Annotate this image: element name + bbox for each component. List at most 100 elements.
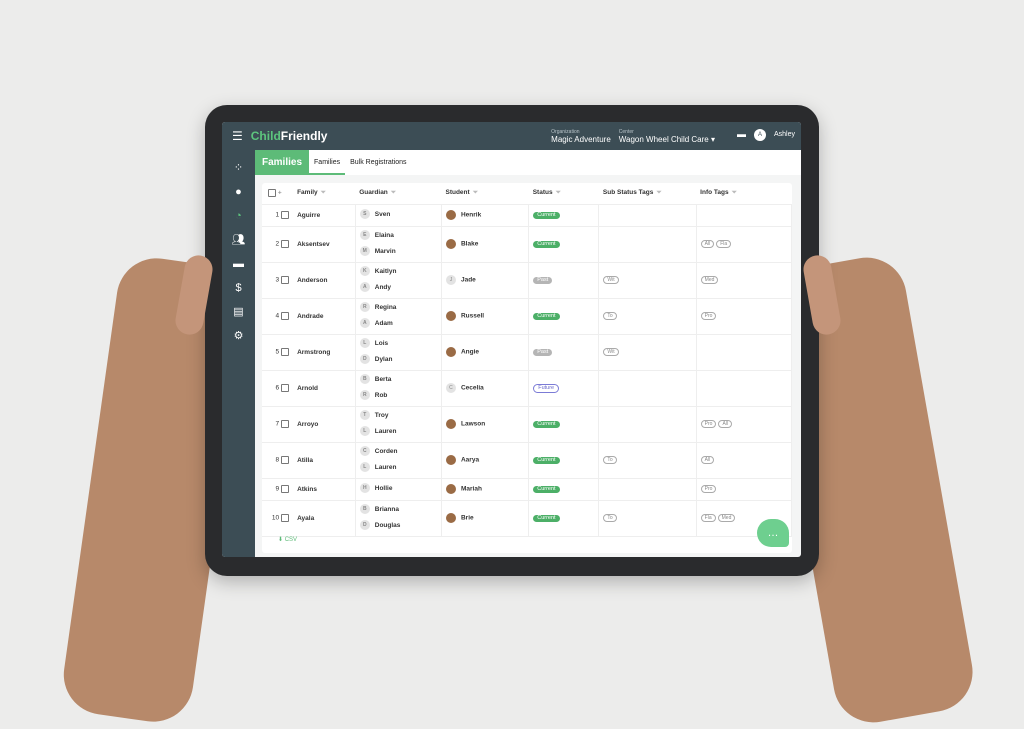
student-name[interactable]: Blake	[461, 241, 478, 248]
guardian[interactable]: A Andy	[359, 280, 441, 296]
guardian[interactable]: A Adam	[359, 316, 441, 332]
guardian[interactable]: M Marvin	[359, 244, 441, 260]
filter-icon[interactable]: ⏷	[732, 189, 737, 196]
guardian[interactable]: E Elaina	[359, 228, 441, 244]
family-name[interactable]: Ayala	[297, 515, 314, 522]
tag[interactable]: To	[603, 312, 617, 320]
tag[interactable]: Pro	[700, 420, 717, 428]
row-checkbox[interactable]	[281, 211, 290, 219]
tag[interactable]: Pro	[700, 485, 717, 493]
guardian[interactable]: R Rob	[359, 388, 441, 404]
family-name[interactable]: Atkins	[297, 486, 317, 493]
tab-families[interactable]: Families	[309, 150, 346, 175]
organization-selector[interactable]: Organization Magic Adventure	[551, 129, 611, 144]
table-row[interactable]: 2 Aksentsev E Elaina M Marvin Blake Current …	[262, 226, 793, 263]
guardian[interactable]: K Kaitlyn	[359, 264, 441, 280]
table-row[interactable]: 10 Ayala B Brianna D Douglas Brie Current To…	[262, 500, 793, 537]
filter-icon[interactable]: ⏷	[656, 189, 661, 196]
student-name[interactable]: Cecelia	[461, 385, 484, 392]
column-header[interactable]: Guardian ⏷	[355, 183, 442, 205]
check-in-icon[interactable]: ●	[232, 185, 246, 199]
tab-bulk-registrations[interactable]: Bulk Registrations	[345, 150, 411, 175]
tag[interactable]: To	[603, 456, 617, 464]
family-name[interactable]: Atilla	[297, 457, 313, 464]
family-name[interactable]: Aguirre	[297, 212, 320, 219]
table-row[interactable]: 8 Atilla C Corden L Lauren Aarya Current To A…	[262, 442, 793, 479]
table-row[interactable]: 6 Arnold B Berta R Rob C Cecelia Future	[262, 370, 793, 407]
guardian[interactable]: T Troy	[359, 408, 441, 424]
add-icon[interactable]: +	[278, 190, 282, 197]
family-name[interactable]: Anderson	[297, 277, 327, 284]
column-header[interactable]: Sub Status Tags ⏷	[598, 183, 697, 205]
guardian[interactable]: S Sven	[359, 207, 441, 223]
chat-icon[interactable]: ▬	[737, 129, 746, 144]
table-row[interactable]: 9 Atkins H Hollie Mariah Current Pro	[262, 478, 793, 501]
table-row[interactable]: 1 Aguirre S Sven Henrik Current	[262, 204, 793, 227]
family-name[interactable]: Aksentsev	[297, 241, 330, 248]
student-name[interactable]: Henrik	[461, 212, 481, 219]
row-checkbox[interactable]	[281, 514, 290, 522]
filter-icon[interactable]: ⏷	[556, 189, 561, 196]
guardian[interactable]: H Hollie	[359, 481, 441, 497]
family-name[interactable]: Arnold	[297, 385, 318, 392]
row-checkbox[interactable]	[281, 384, 290, 392]
messages-icon[interactable]: ▬	[232, 257, 246, 271]
student-name[interactable]: Aarya	[461, 457, 479, 464]
guardian[interactable]: L Lauren	[359, 424, 441, 440]
column-header[interactable]: Family ⏷	[293, 183, 356, 205]
user-name[interactable]: Ashley	[774, 129, 795, 144]
filter-icon[interactable]: ⏷	[321, 189, 326, 196]
student-name[interactable]: Mariah	[461, 486, 482, 493]
people-icon[interactable]: 👥︎	[232, 233, 246, 247]
tag[interactable]: Wit	[603, 276, 619, 284]
column-header[interactable]: Info Tags ⏷	[696, 183, 792, 205]
student-name[interactable]: Angie	[461, 349, 479, 356]
row-checkbox[interactable]	[281, 276, 290, 284]
family-name[interactable]: Andrade	[297, 313, 323, 320]
documents-icon[interactable]: ▤	[232, 305, 246, 319]
row-checkbox[interactable]	[281, 456, 290, 464]
guardian[interactable]: B Brianna	[359, 502, 441, 518]
tag[interactable]: All	[718, 420, 733, 428]
guardian[interactable]: D Dylan	[359, 352, 441, 368]
tag[interactable]: Fla	[700, 514, 716, 522]
student-name[interactable]: Jade	[461, 277, 476, 284]
filter-icon[interactable]: ⏷	[391, 189, 396, 196]
tag[interactable]: Wit	[603, 348, 619, 356]
guardian[interactable]: C Corden	[359, 444, 441, 460]
tag[interactable]: Med	[700, 276, 719, 284]
guardian[interactable]: R Regina	[359, 300, 441, 316]
row-checkbox[interactable]	[281, 240, 290, 248]
csv-export-button[interactable]: ⬇ CSV	[278, 536, 297, 543]
table-row[interactable]: 5 Armstrong L Lois D Dylan Angie Past Wit	[262, 334, 793, 371]
filter-icon[interactable]: ⏷	[473, 189, 478, 196]
table-row[interactable]: 4 Andrade R Regina A Adam Russell Current To…	[262, 298, 793, 335]
tag[interactable]: Med	[717, 514, 736, 522]
tag[interactable]: Pro	[700, 312, 717, 320]
row-checkbox[interactable]	[281, 348, 290, 356]
student-name[interactable]: Lawson	[461, 421, 485, 428]
row-checkbox[interactable]	[281, 312, 290, 320]
center-selector[interactable]: Center Wagon Wheel Child Care ▾	[619, 129, 715, 144]
apps-icon[interactable]: ⁘	[232, 161, 246, 175]
table-row[interactable]: 3 Anderson K Kaitlyn A Andy J Jade Past Wit Me…	[262, 262, 793, 299]
column-header[interactable]: Status ⏷	[528, 183, 599, 205]
row-checkbox[interactable]	[281, 420, 290, 428]
family-name[interactable]: Armstrong	[297, 349, 330, 356]
reports-icon[interactable]: ◔	[232, 209, 246, 223]
guardian[interactable]: D Douglas	[359, 518, 441, 534]
family-name[interactable]: Arroyo	[297, 421, 318, 428]
avatar[interactable]: A	[753, 128, 766, 141]
tag[interactable]: All	[700, 240, 715, 248]
tag[interactable]: Fla	[716, 240, 732, 248]
guardian[interactable]: L Lois	[359, 336, 441, 352]
billing-icon[interactable]: $	[232, 281, 246, 295]
column-header[interactable]: Student ⏷	[441, 183, 529, 205]
chat-button[interactable]: …	[757, 519, 789, 547]
student-name[interactable]: Brie	[461, 515, 474, 522]
guardian[interactable]: B Berta	[359, 372, 441, 388]
tag[interactable]: All	[700, 456, 715, 464]
select-all-checkbox[interactable]	[268, 189, 276, 198]
guardian[interactable]: L Lauren	[359, 460, 441, 476]
settings-icon[interactable]: ⚙	[232, 329, 246, 343]
